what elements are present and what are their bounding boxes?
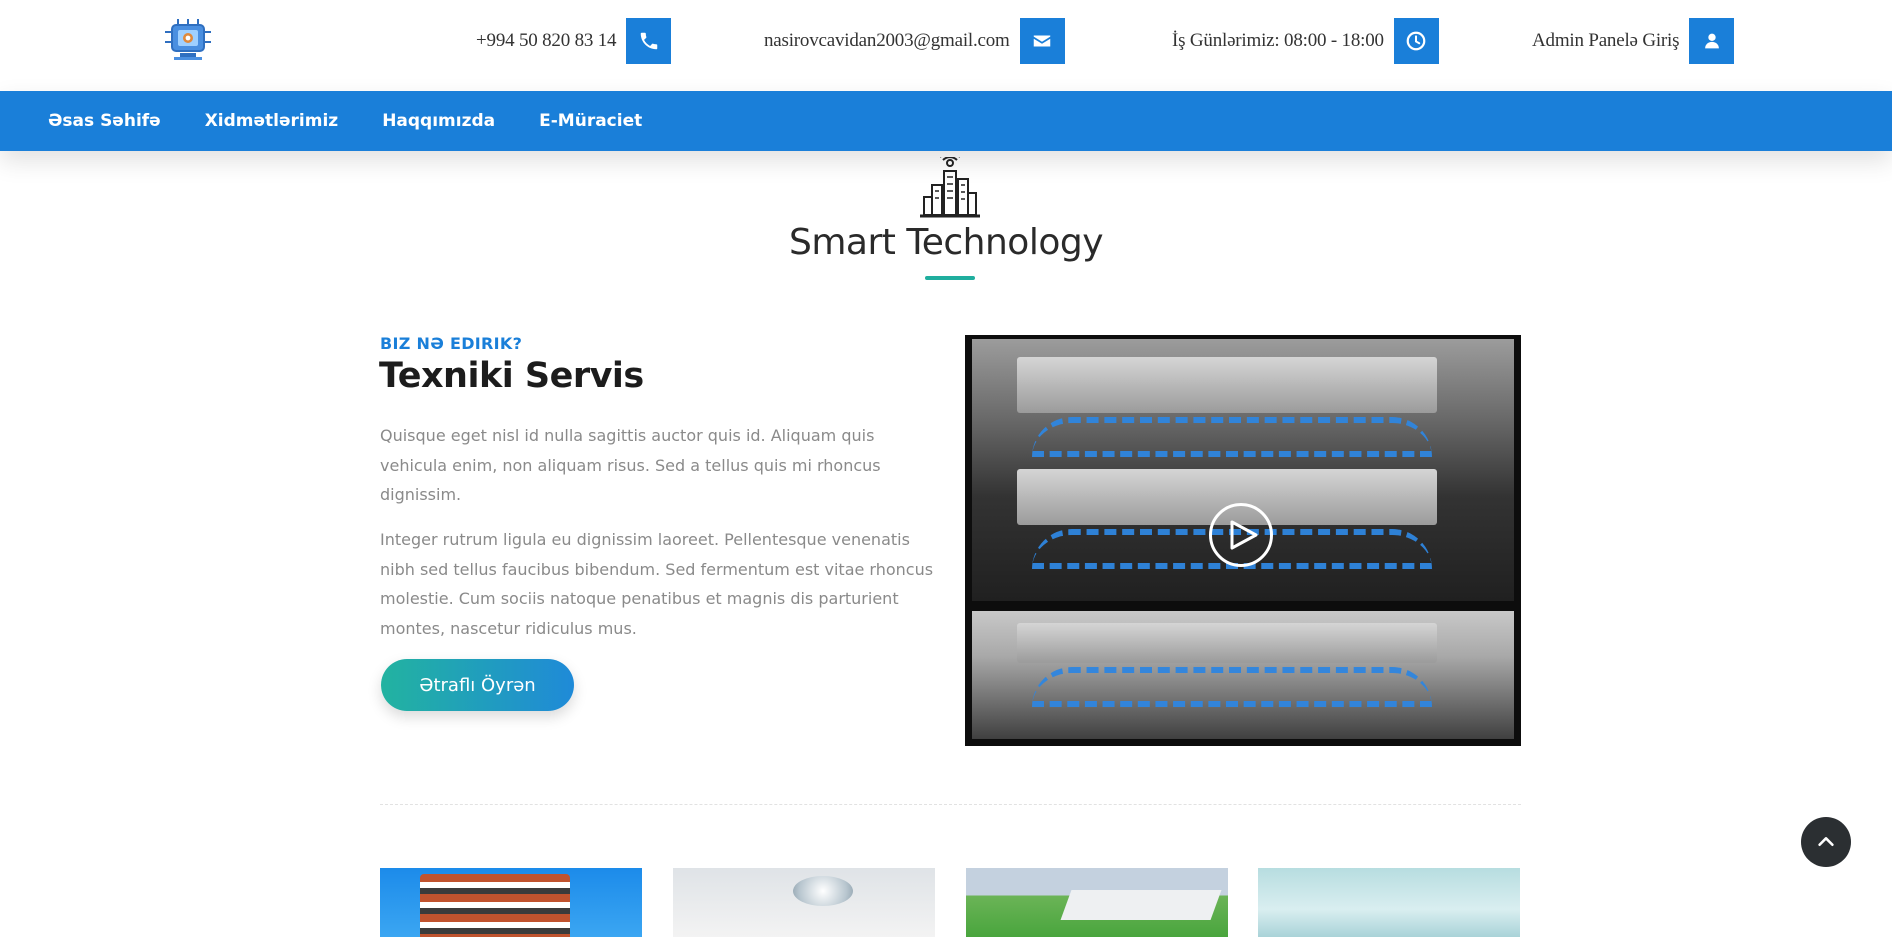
server-rack-image-bottom [972, 611, 1514, 739]
chevron-up-icon [1818, 837, 1834, 847]
phone-icon[interactable] [626, 18, 672, 64]
thumbnail-building[interactable] [380, 868, 642, 937]
envelope-icon[interactable] [1019, 18, 1065, 64]
section-divider [380, 804, 1521, 805]
main-navigation: Əsas Səhifə Xidmətlərimiz Haqqımızda E-M… [0, 91, 1892, 151]
working-hours: İş Günlərimiz: 08:00 - 18:00 [1172, 18, 1439, 64]
site-logo[interactable] [160, 17, 216, 63]
top-info-bar: +994 50 820 83 14 nasirovcavidan2003@gma… [0, 0, 1892, 91]
back-to-top-button[interactable] [1801, 817, 1851, 867]
section-title: Smart Technology [789, 222, 1104, 263]
smart-city-icon [920, 151, 980, 220]
phone-number: +994 50 820 83 14 [476, 30, 617, 51]
email-address: nasirovcavidan2003@gmail.com [764, 30, 1010, 51]
service-paragraph-2: Integer rutrum ligula eu dignissim laore… [380, 530, 934, 638]
admin-login-label: Admin Panelə Giriş [1532, 30, 1680, 51]
title-underline [925, 276, 975, 280]
nav-item-home[interactable]: Əsas Səhifə [48, 111, 161, 131]
section-eyebrow: BIZ NƏ EDIRIK? [380, 334, 523, 353]
play-icon[interactable] [1209, 503, 1273, 567]
working-hours-text: İş Günlərimiz: 08:00 - 18:00 [1172, 30, 1384, 51]
thumbnail-operating-room[interactable] [673, 868, 935, 937]
service-heading: Texniki Servis [379, 356, 644, 396]
service-paragraph-1: Quisque eget nisl id nulla sagittis auct… [380, 426, 881, 504]
nav-item-services[interactable]: Xidmətlərimiz [205, 111, 338, 131]
admin-login-link[interactable]: Admin Panelə Giriş [1532, 18, 1735, 64]
thumbnail-factory[interactable] [966, 868, 1228, 937]
nav-item-application[interactable]: E-Müraciet [539, 111, 642, 131]
nav-item-about[interactable]: Haqqımızda [382, 111, 495, 131]
learn-more-button[interactable]: Ətraflı Öyrən [381, 659, 574, 711]
service-video[interactable] [965, 335, 1521, 746]
user-icon[interactable] [1689, 18, 1735, 64]
email-contact[interactable]: nasirovcavidan2003@gmail.com [764, 18, 1065, 64]
chip-logo-icon [165, 19, 211, 60]
thumbnail-hospital[interactable] [1258, 868, 1520, 937]
phone-contact[interactable]: +994 50 820 83 14 [476, 18, 672, 64]
clock-icon [1393, 18, 1439, 64]
